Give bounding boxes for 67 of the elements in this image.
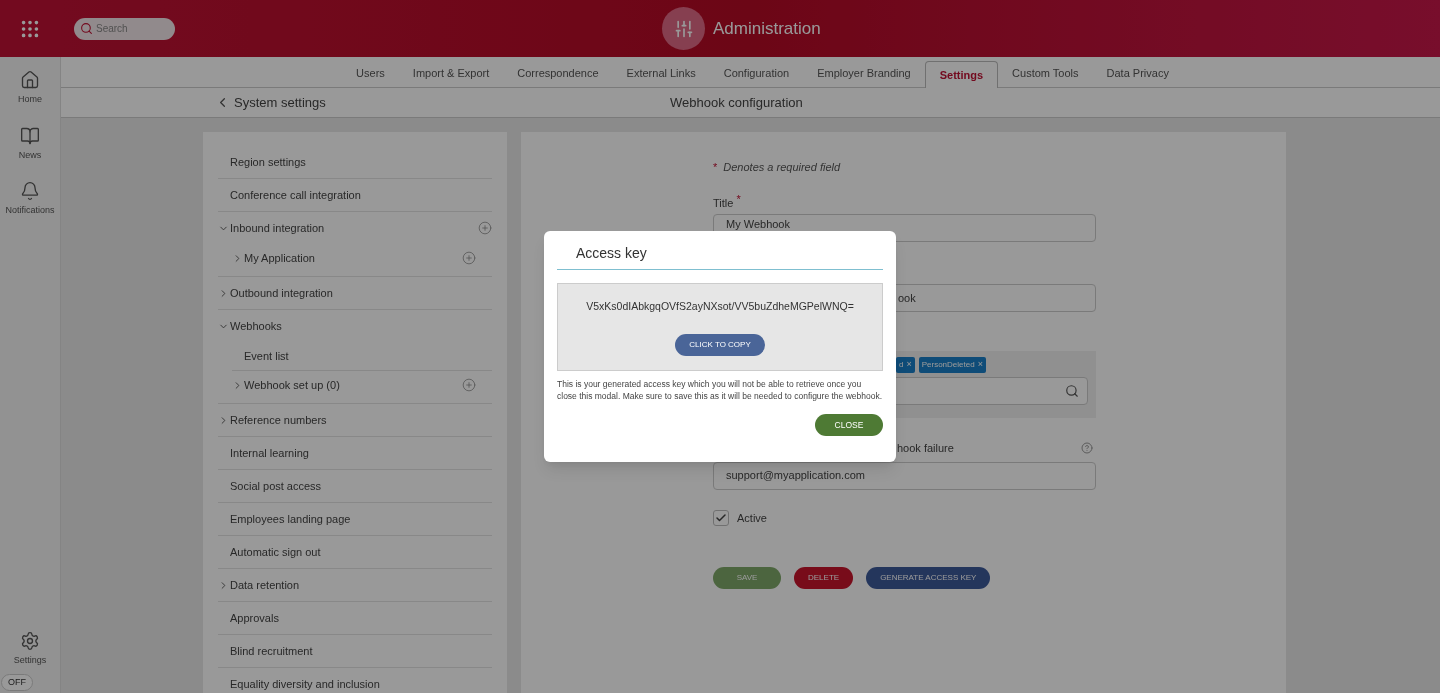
menu-item[interactable]: My Application (244, 249, 462, 267)
rail-label[interactable]: Home (18, 93, 42, 107)
book-icon[interactable] (20, 125, 40, 146)
active-checkbox[interactable] (713, 509, 729, 526)
toggle-switch[interactable]: OFF (1, 673, 33, 691)
help-icon[interactable] (1081, 442, 1093, 455)
checkbox-label: Active (737, 510, 767, 526)
add-icon[interactable] (478, 221, 492, 235)
tag-remove-button[interactable]: × (977, 358, 983, 372)
menu-item[interactable]: Employees landing page (230, 510, 492, 528)
tab[interactable]: Settings (924, 61, 999, 88)
settings-icon[interactable] (20, 631, 40, 651)
generate-key-button[interactable]: GENERATE ACCESS KEY (866, 567, 991, 589)
tag-remove-button[interactable]: × (906, 358, 912, 372)
modal-message: This is your generated access key which you will not be able to retrieve once you close this modal. Make sure to save this as it will be needed to configure the webhook. (557, 378, 883, 402)
modal-title: Access key (557, 243, 883, 270)
email-input[interactable]: support@myapplication.com (713, 461, 1096, 490)
menu-item[interactable]: Inbound integration (230, 219, 478, 237)
page-title: Administration (713, 17, 821, 40)
rail-label[interactable]: News (18, 148, 42, 162)
tab[interactable]: Configuration (709, 60, 804, 87)
bell-icon[interactable] (20, 181, 40, 201)
search-field[interactable]: Search (74, 17, 175, 40)
tab[interactable]: External Links (612, 60, 710, 87)
sliders-icon (673, 18, 694, 39)
menu-item[interactable]: Internal learning (230, 444, 492, 462)
menu-item[interactable]: Social post access (230, 477, 492, 495)
tab[interactable]: Employer Branding (803, 60, 925, 87)
search-icon (80, 22, 93, 35)
rail-label[interactable]: Notifications (5, 204, 55, 218)
menu-item[interactable]: Automatic sign out (230, 543, 492, 561)
tab[interactable]: Data Privacy (1092, 60, 1183, 87)
required-asterisk: * (736, 194, 741, 203)
menu-item[interactable]: Webhook set up (0) (244, 376, 462, 394)
tab[interactable]: Correspondence (503, 60, 613, 87)
menu-item[interactable]: Reference numbers (230, 411, 492, 429)
search-input[interactable]: Search (96, 21, 166, 36)
back-link[interactable]: System settings (234, 92, 326, 113)
field-label: Title (713, 195, 734, 211)
check-icon (715, 511, 727, 524)
menu-item[interactable]: Blind recruitment (230, 642, 492, 660)
menu-item[interactable]: Approvals (230, 609, 492, 627)
menu-item[interactable]: Data retention (230, 576, 492, 594)
tab[interactable]: Custom Tools (998, 60, 1093, 87)
rail-label[interactable]: Settings (13, 654, 47, 668)
required-asterisk: * (713, 160, 718, 175)
field-label: hook failure (897, 441, 954, 456)
menu-item[interactable]: Equality diversity and inclusion (230, 675, 492, 693)
menu-item[interactable]: Conference call integration (230, 186, 492, 204)
add-icon[interactable] (462, 251, 476, 265)
close-button[interactable]: CLOSE (815, 414, 883, 436)
tab[interactable]: Users (342, 60, 399, 87)
add-icon[interactable] (462, 378, 476, 392)
event-tag-label: PersonDeleted (921, 358, 975, 371)
event-tag-label: d (899, 358, 904, 371)
tab[interactable]: Import & Export (398, 60, 504, 87)
copy-button[interactable]: CLICK TO COPY (675, 333, 765, 356)
menu-item[interactable]: Event list (244, 347, 476, 365)
menu-item[interactable]: Webhooks (230, 317, 492, 335)
menu-item[interactable]: Outbound integration (230, 284, 492, 302)
required-note: Denotes a required field (723, 160, 841, 175)
menu-item[interactable]: Region settings (230, 153, 492, 171)
section-title: Webhook configuration (670, 93, 803, 112)
search-icon (1065, 383, 1079, 398)
delete-button[interactable]: DELETE (794, 567, 854, 589)
app-launcher[interactable] (0, 0, 61, 57)
home-icon[interactable] (20, 70, 40, 90)
